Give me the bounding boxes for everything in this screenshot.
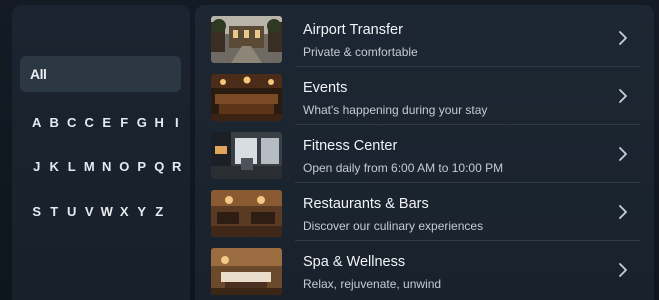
letter-button[interactable]: O (116, 159, 134, 174)
filter-all-button[interactable]: All (20, 56, 181, 92)
letter-row-2: J K L M N O P Q R (28, 159, 186, 174)
letter-button[interactable]: X (116, 204, 134, 219)
letter-button[interactable]: Q (151, 159, 169, 174)
chevron-right-icon (615, 87, 631, 105)
spa-photo (211, 248, 282, 295)
letter-button[interactable]: G (133, 115, 151, 130)
letter-button[interactable]: Y (133, 204, 151, 219)
filter-all-label: All (30, 66, 47, 82)
hotel-courtyard-photo (211, 16, 282, 63)
letter-button[interactable]: N (98, 159, 116, 174)
letter-button[interactable]: F (116, 115, 134, 130)
letter-button[interactable]: W (98, 204, 116, 219)
letter-button[interactable]: U (63, 204, 81, 219)
item-subtitle: What's happening during your stay (303, 103, 488, 117)
letter-button[interactable]: C (81, 115, 99, 130)
letter-button[interactable]: H (151, 115, 169, 130)
gym-photo (211, 132, 282, 179)
restaurant-photo (211, 190, 282, 237)
item-title: Restaurants & Bars (303, 196, 429, 212)
list-item-fitness-center[interactable]: Fitness Center Open daily from 6:00 AM t… (195, 125, 654, 183)
item-subtitle: Discover our culinary experiences (303, 219, 484, 233)
letter-button[interactable]: V (81, 204, 99, 219)
item-title: Spa & Wellness (303, 254, 406, 270)
chevron-right-icon (615, 261, 631, 279)
item-subtitle: Open daily from 6:00 AM to 10:00 PM (303, 161, 504, 175)
chevron-right-icon (615, 29, 631, 47)
item-title: Events (303, 80, 348, 96)
letter-button[interactable]: Z (151, 204, 169, 219)
letter-button[interactable]: K (46, 159, 64, 174)
list-item-spa-wellness[interactable]: Spa & Wellness Relax, rejuvenate, unwind (195, 241, 654, 299)
alphabet-filter-panel: All A B C C E F G H I J K L M N O P Q R … (12, 5, 190, 300)
letter-row-3: S T U V W X Y Z (28, 204, 168, 219)
item-subtitle: Relax, rejuvenate, unwind (303, 277, 442, 291)
app-frame: All A B C C E F G H I J K L M N O P Q R … (0, 0, 659, 300)
letter-button[interactable]: C (63, 115, 81, 130)
letter-button[interactable]: L (63, 159, 81, 174)
chevron-right-icon (615, 145, 631, 163)
item-title: Airport Transfer (303, 22, 403, 38)
letter-button[interactable]: R (168, 159, 186, 174)
item-title: Fitness Center (303, 138, 398, 154)
letter-button[interactable]: E (98, 115, 116, 130)
letter-button[interactable]: T (46, 204, 64, 219)
list-item-restaurants-bars[interactable]: Restaurants & Bars Discover our culinary… (195, 183, 654, 241)
letter-button[interactable]: M (81, 159, 99, 174)
letter-button[interactable]: A (28, 115, 46, 130)
services-list: Airport Transfer Private & comfortable E… (195, 5, 654, 300)
letter-button[interactable]: J (28, 159, 46, 174)
letter-row-1: A B C C E F G H I (28, 115, 186, 130)
ballroom-photo (211, 74, 282, 121)
chevron-right-icon (615, 203, 631, 221)
letter-button[interactable]: P (133, 159, 151, 174)
letter-button[interactable]: I (168, 115, 186, 130)
item-subtitle: Private & comfortable (303, 45, 418, 59)
list-item-airport-transfer[interactable]: Airport Transfer Private & comfortable (195, 9, 654, 67)
letter-button[interactable]: S (28, 204, 46, 219)
letter-button[interactable]: B (46, 115, 64, 130)
list-item-events[interactable]: Events What's happening during your stay (195, 67, 654, 125)
